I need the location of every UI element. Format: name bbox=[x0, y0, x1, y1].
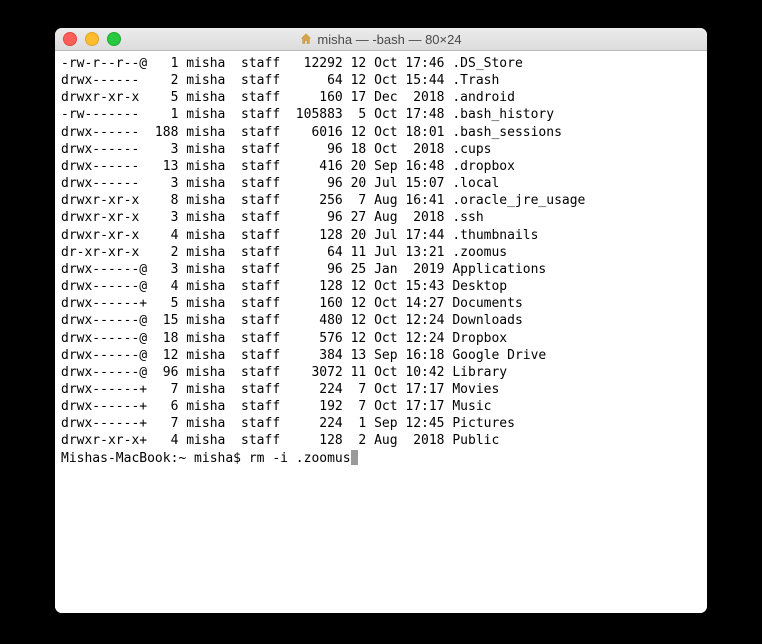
ls-row: -rw-r--r--@ 1 misha staff 12292 12 Oct 1… bbox=[61, 55, 701, 72]
ls-row: drwx------+ 7 misha staff 224 1 Sep 12:4… bbox=[61, 415, 701, 432]
ls-row: drwx------+ 6 misha staff 192 7 Oct 17:1… bbox=[61, 398, 701, 415]
zoom-icon[interactable] bbox=[107, 32, 121, 46]
ls-row: dr-xr-xr-x 2 misha staff 64 11 Jul 13:21… bbox=[61, 244, 701, 261]
ls-row: drwx------@ 96 misha staff 3072 11 Oct 1… bbox=[61, 364, 701, 381]
ls-row: drwxr-xr-x 5 misha staff 160 17 Dec 2018… bbox=[61, 89, 701, 106]
ls-row: drwx------+ 5 misha staff 160 12 Oct 14:… bbox=[61, 295, 701, 312]
window-controls bbox=[55, 32, 121, 46]
ls-row: drwx------ 3 misha staff 96 18 Oct 2018 … bbox=[61, 141, 701, 158]
ls-row: drwx------+ 7 misha staff 224 7 Oct 17:1… bbox=[61, 381, 701, 398]
ls-row: drwx------@ 18 misha staff 576 12 Oct 12… bbox=[61, 330, 701, 347]
minimize-icon[interactable] bbox=[85, 32, 99, 46]
ls-row: drwxr-xr-x 3 misha staff 96 27 Aug 2018 … bbox=[61, 209, 701, 226]
ls-row: drwx------ 188 misha staff 6016 12 Oct 1… bbox=[61, 124, 701, 141]
ls-row: drwx------@ 15 misha staff 480 12 Oct 12… bbox=[61, 312, 701, 329]
close-icon[interactable] bbox=[63, 32, 77, 46]
home-icon bbox=[300, 33, 312, 45]
ls-row: drwxr-xr-x 4 misha staff 128 20 Jul 17:4… bbox=[61, 227, 701, 244]
ls-row: drwx------ 3 misha staff 96 20 Jul 15:07… bbox=[61, 175, 701, 192]
ls-row: drwx------@ 12 misha staff 384 13 Sep 16… bbox=[61, 347, 701, 364]
ls-row: drwx------@ 4 misha staff 128 12 Oct 15:… bbox=[61, 278, 701, 295]
titlebar: misha — -bash — 80×24 bbox=[55, 28, 707, 51]
window-title-text: misha — -bash — 80×24 bbox=[317, 32, 461, 47]
ls-row: drwxr-xr-x 8 misha staff 256 7 Aug 16:41… bbox=[61, 192, 701, 209]
ls-row: drwx------ 2 misha staff 64 12 Oct 15:44… bbox=[61, 72, 701, 89]
terminal-window: misha — -bash — 80×24 -rw-r--r--@ 1 mish… bbox=[55, 28, 707, 613]
ls-row: drwx------@ 3 misha staff 96 25 Jan 2019… bbox=[61, 261, 701, 278]
cursor-icon bbox=[351, 450, 358, 465]
ls-row: drwxr-xr-x+ 4 misha staff 128 2 Aug 2018… bbox=[61, 432, 701, 449]
ls-row: drwx------ 13 misha staff 416 20 Sep 16:… bbox=[61, 158, 701, 175]
ls-row: -rw------- 1 misha staff 105883 5 Oct 17… bbox=[61, 106, 701, 123]
terminal-body[interactable]: -rw-r--r--@ 1 misha staff 12292 12 Oct 1… bbox=[55, 51, 707, 613]
prompt-line[interactable]: Mishas-MacBook:~ misha$ rm -i .zoomus bbox=[61, 450, 701, 467]
window-title: misha — -bash — 80×24 bbox=[55, 32, 707, 47]
